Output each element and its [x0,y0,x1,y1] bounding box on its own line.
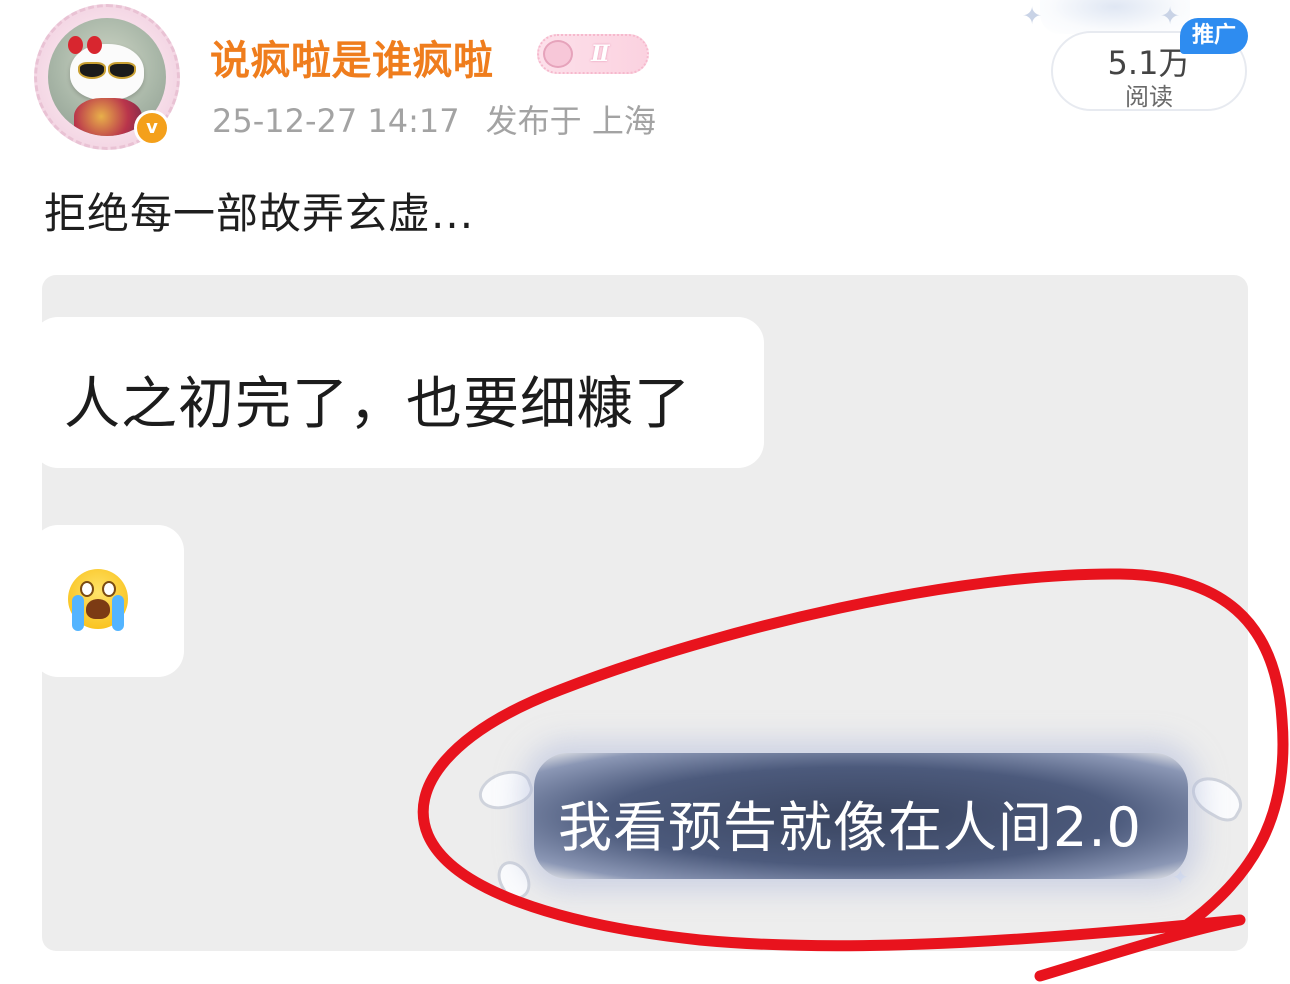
kitty-sunglasses [78,62,136,79]
sparkle-icon: ✦ [1160,2,1181,30]
weibo-post: v 说疯啦是谁疯啦 Ⅱ 25-12-27 14:17 发布于 上海 ✦ ✦ 5.1… [0,0,1290,984]
decoration-level-text: Ⅱ [591,41,610,67]
verified-badge-icon: v [134,110,170,146]
author-name[interactable]: 说疯啦是谁疯啦 [210,28,494,86]
author-avatar[interactable]: v [34,4,184,150]
post-image[interactable]: 人之初完了，也要细糠了 ✦ ✦ ✦ 我看预告就像在人间2.0 [42,275,1248,951]
chat-bubble-sent: 我看预告就像在人间2.0 [534,753,1188,879]
post-meta: 25-12-27 14:17 发布于 上海 [212,96,656,142]
read-label: 阅读 [1125,83,1173,111]
chat-bubble-emoji [42,525,184,677]
sparkle-icon: ✦ [1022,2,1043,30]
kitty-body [74,98,142,136]
post-timestamp: 25-12-27 14:17 [212,102,460,140]
chat-bubble-received: 人之初完了，也要细糠了 [42,317,764,468]
pink-character-icon [543,40,573,68]
angel-wing-icon [473,763,537,817]
crying-face-icon [68,569,128,631]
kitty-bow [68,34,102,58]
post-location: 发布于 上海 [485,102,656,140]
angel-wing-icon [1184,768,1248,828]
angel-wing-icon [491,855,537,905]
chat-message-text: 人之初完了，也要细糠了 [64,372,691,437]
user-level-decoration: Ⅱ [537,34,649,74]
promo-badge[interactable]: 推广 [1180,18,1248,54]
post-text[interactable]: 拒绝每一部故弄玄虚... [44,180,474,241]
chat-message-text: 我看预告就像在人间2.0 [558,796,1142,859]
